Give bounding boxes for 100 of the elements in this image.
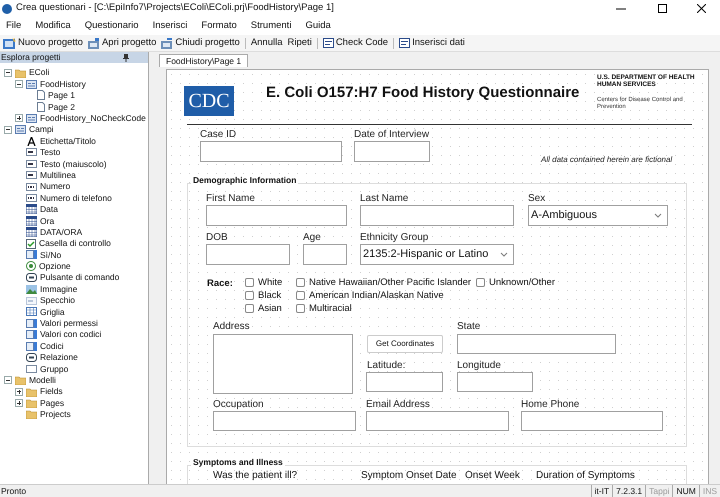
- tree-item[interactable]: Casella di controllo: [39, 239, 111, 248]
- dropdown[interactable]: 2135:2-Hispanic or Latino: [360, 244, 514, 265]
- status-panel: Tappi: [645, 485, 672, 497]
- input-field[interactable]: [213, 411, 356, 431]
- input-field[interactable]: [457, 334, 616, 354]
- form-icon: [15, 125, 26, 134]
- expand-icon[interactable]: [15, 399, 23, 408]
- tree-item[interactable]: Numero: [40, 182, 70, 191]
- group-box-icon: [26, 364, 37, 374]
- tree-item[interactable]: Valori permessi: [40, 319, 98, 328]
- checkbox[interactable]: [245, 304, 254, 314]
- tree-item[interactable]: FoodHistory_NoCheckCode: [40, 114, 146, 122]
- tree-item[interactable]: DATA/ORA: [40, 228, 82, 236]
- status-panel: 7.2.3.1: [612, 485, 646, 497]
- tree-item[interactable]: Pulsante di comando: [40, 273, 120, 282]
- collapse-icon[interactable]: [15, 80, 23, 88]
- menu-item[interactable]: Questionario: [84, 18, 139, 34]
- address-field[interactable]: [213, 334, 353, 394]
- tree-item[interactable]: Gruppo: [40, 364, 68, 374]
- dropdown[interactable]: A-Ambiguous: [528, 205, 668, 226]
- input-field[interactable]: [457, 372, 533, 392]
- toolbar-button[interactable]: Chiudi progetto: [161, 36, 240, 50]
- menu-item[interactable]: File: [6, 18, 22, 34]
- menu-item[interactable]: Strumenti: [250, 18, 292, 34]
- tree-item[interactable]: Multilinea: [40, 170, 76, 180]
- menu-item[interactable]: Guida: [305, 18, 331, 34]
- tree-item[interactable]: Fields: [40, 387, 63, 396]
- calendar-icon: [26, 204, 37, 214]
- pin-icon[interactable]: [123, 54, 129, 62]
- folder-icon: [26, 398, 37, 408]
- menu-item[interactable]: Modifica: [35, 18, 71, 34]
- tree-item[interactable]: Griglia: [40, 308, 65, 316]
- expand-icon[interactable]: [15, 114, 23, 122]
- letter-icon: [26, 136, 37, 146]
- field-label: Age: [303, 233, 321, 243]
- folder-icon: [15, 375, 26, 386]
- input-field[interactable]: [206, 205, 347, 226]
- tree-item[interactable]: Immagine: [40, 284, 78, 294]
- field-label: Sex: [528, 194, 546, 204]
- panel-title: Esplora progetti: [1, 53, 61, 62]
- tree-item[interactable]: Page 2: [48, 102, 75, 112]
- tree-item[interactable]: Etichetta/Titolo: [40, 136, 96, 146]
- input-field[interactable]: [521, 411, 663, 431]
- input-field[interactable]: [200, 141, 342, 162]
- chevron-down-icon: [500, 252, 508, 257]
- field-label: Home Phone: [521, 400, 580, 410]
- field-label: Last Name: [360, 194, 408, 204]
- tree-item[interactable]: Modelli: [29, 376, 56, 384]
- checkbox[interactable]: [245, 291, 254, 300]
- folder-icon: [15, 68, 26, 78]
- input-field[interactable]: [303, 244, 347, 265]
- checkbox[interactable]: [245, 278, 254, 288]
- tree-item[interactable]: Projects: [40, 410, 71, 419]
- checkbox[interactable]: [476, 278, 485, 288]
- checkbox[interactable]: [296, 291, 305, 300]
- input-field[interactable]: [360, 205, 514, 226]
- tree-item[interactable]: Numero di telefono: [40, 194, 112, 202]
- tree-item[interactable]: Relazione: [40, 353, 78, 362]
- tree-item[interactable]: Page 1: [48, 91, 75, 100]
- tree-item[interactable]: EColi: [29, 68, 50, 77]
- tree-item[interactable]: Testo: [40, 148, 60, 157]
- expand-icon[interactable]: [15, 388, 23, 396]
- collapse-icon[interactable]: [4, 68, 12, 77]
- grid-icon: [26, 307, 37, 316]
- toolbar-button[interactable]: Ripeti: [288, 36, 312, 50]
- get-coordinates-button[interactable]: Get Coordinates: [367, 335, 443, 353]
- input-field[interactable]: [354, 141, 430, 162]
- group-title: Demographic Information: [191, 174, 298, 187]
- tree-item[interactable]: Ora: [40, 216, 54, 226]
- checkbox[interactable]: [296, 304, 305, 314]
- tree-item[interactable]: Valori con codici: [40, 330, 102, 339]
- toolbar-button[interactable]: Annulla: [250, 36, 283, 50]
- tree-item[interactable]: Data: [40, 205, 58, 214]
- collapse-icon[interactable]: [4, 376, 12, 384]
- tree-item[interactable]: Specchio: [40, 296, 75, 305]
- input-field[interactable]: [366, 411, 509, 431]
- input-field[interactable]: [206, 244, 290, 265]
- toolbar-button[interactable]: Nuovo progetto: [3, 36, 83, 50]
- toolbar-button[interactable]: Apri progetto: [88, 36, 156, 50]
- tree-item[interactable]: Sì/No: [40, 250, 62, 260]
- input-field[interactable]: [366, 372, 443, 392]
- tree-item[interactable]: Campi: [29, 125, 54, 134]
- tree-item[interactable]: Codici: [40, 342, 64, 350]
- menu-item[interactable]: Formato: [201, 18, 237, 34]
- image-icon: [26, 284, 37, 294]
- menu-item[interactable]: Inserisci: [152, 18, 188, 34]
- collapse-icon[interactable]: [4, 126, 12, 134]
- toolbar-button[interactable]: Check Code: [322, 36, 388, 50]
- close-icon[interactable]: [697, 4, 706, 13]
- calendar-icon: [26, 216, 37, 226]
- maximize-icon[interactable]: [658, 4, 667, 13]
- tree-item[interactable]: Pages: [40, 398, 64, 408]
- form-window-icon: [322, 38, 334, 48]
- document-tab[interactable]: FoodHistory\Page 1: [159, 54, 248, 67]
- field-label: Longitude: [457, 361, 501, 371]
- checkbox[interactable]: [296, 278, 305, 288]
- tree-item[interactable]: Testo (maiuscolo): [40, 160, 107, 168]
- tree-item[interactable]: FoodHistory: [40, 80, 86, 88]
- toolbar-button[interactable]: Inserisci dati: [399, 36, 465, 50]
- tree-item[interactable]: Opzione: [39, 262, 71, 271]
